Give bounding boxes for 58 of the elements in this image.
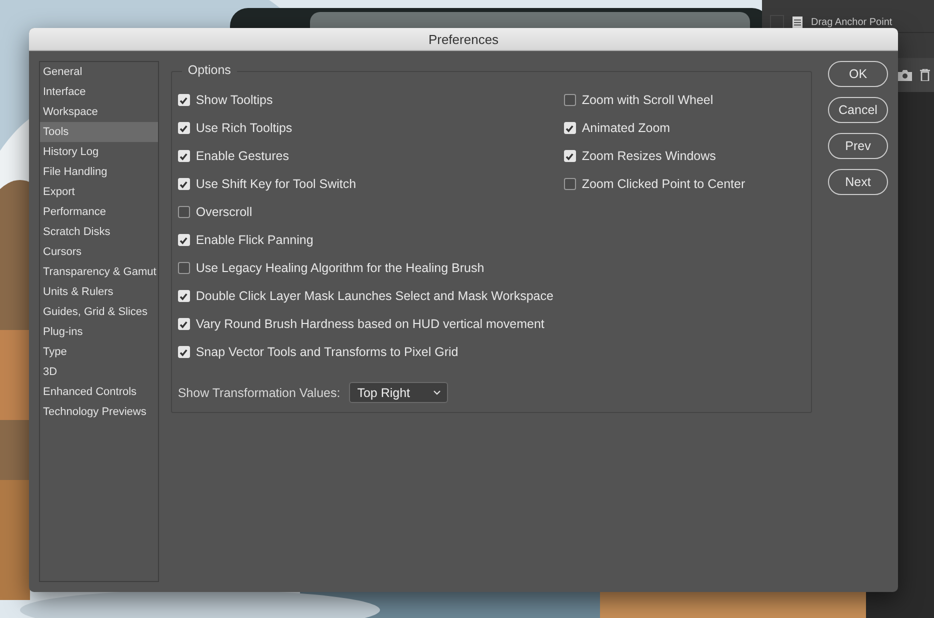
sidebar-item[interactable]: File Handling — [40, 162, 158, 182]
checkbox[interactable] — [178, 122, 190, 134]
trash-icon[interactable] — [920, 69, 930, 81]
checkbox[interactable] — [564, 122, 576, 134]
sidebar-item[interactable]: 3D — [40, 362, 158, 382]
checkbox[interactable] — [564, 150, 576, 162]
chevron-icon — [433, 390, 442, 395]
sidebar-item[interactable]: History Log — [40, 142, 158, 162]
sidebar-item[interactable]: Units & Rulers — [40, 282, 158, 302]
checkbox[interactable] — [564, 178, 576, 190]
dialog-button[interactable]: OK — [828, 61, 888, 87]
group-title: Options — [182, 63, 237, 77]
checkbox-label: Zoom Resizes Windows — [582, 149, 716, 163]
sidebar-item[interactable]: Technology Previews — [40, 402, 158, 422]
sidebar-item[interactable]: Plug-ins — [40, 322, 158, 342]
sidebar-item[interactable]: Scratch Disks — [40, 222, 158, 242]
sidebar-item[interactable]: Guides, Grid & Slices — [40, 302, 158, 322]
sidebar-item[interactable]: Enhanced Controls — [40, 382, 158, 402]
window-title: Preferences — [428, 32, 499, 46]
checkbox-label: Overscroll — [196, 205, 252, 219]
checkbox[interactable] — [564, 94, 576, 106]
checkbox[interactable] — [178, 150, 190, 162]
checkbox-label: Vary Round Brush Hardness based on HUD vertical movement — [196, 317, 544, 331]
sidebar-item[interactable]: Tools — [40, 122, 158, 142]
sidebar-item[interactable]: General — [40, 62, 158, 82]
checkbox[interactable] — [178, 262, 190, 274]
dialog-button[interactable]: Next — [828, 169, 888, 195]
checkbox-label: Snap Vector Tools and Transforms to Pixel Grid — [196, 345, 458, 359]
checkbox[interactable] — [178, 206, 190, 218]
checkbox-label: Show Tooltips — [196, 93, 273, 107]
checkbox-label: Use Shift Key for Tool Switch — [196, 177, 356, 191]
checkbox-label: Animated Zoom — [582, 121, 670, 135]
sidebar-item[interactable]: Cursors — [40, 242, 158, 262]
sidebar-item[interactable]: Workspace — [40, 102, 158, 122]
checkbox-label: Zoom with Scroll Wheel — [582, 93, 714, 107]
checkbox-label: Double Click Layer Mask Launches Select and Mask Workspace — [196, 289, 554, 303]
checkbox-label: Use Rich Tooltips — [196, 121, 292, 135]
sidebar-item[interactable]: Export — [40, 182, 158, 202]
dialog-button[interactable]: Cancel — [828, 97, 888, 123]
dialog-button[interactable]: Prev — [828, 133, 888, 159]
checkbox-label: Zoom Clicked Point to Center — [582, 177, 746, 191]
document-icon — [792, 16, 803, 28]
sidebar-item[interactable]: Type — [40, 342, 158, 362]
checkbox[interactable] — [178, 318, 190, 330]
sidebar-item[interactable]: Transparency & Gamut — [40, 262, 158, 282]
dropdown[interactable]: Top Right — [349, 382, 448, 403]
checkbox[interactable] — [178, 290, 190, 302]
camera-icon[interactable] — [898, 70, 912, 80]
checkbox-label: Enable Flick Panning — [196, 233, 314, 247]
sidebar-item[interactable]: Interface — [40, 82, 158, 102]
checkbox-label: Use Legacy Healing Algorithm for the Healing Brush — [196, 261, 484, 275]
checkbox[interactable] — [178, 94, 190, 106]
checkbox[interactable] — [178, 234, 190, 246]
checkbox-label: Enable Gestures — [196, 149, 289, 163]
checkbox[interactable] — [178, 346, 190, 358]
checkbox[interactable] — [178, 178, 190, 190]
sidebar-item[interactable]: Performance — [40, 202, 158, 222]
field-label: Show Transformation Values: — [178, 386, 340, 400]
